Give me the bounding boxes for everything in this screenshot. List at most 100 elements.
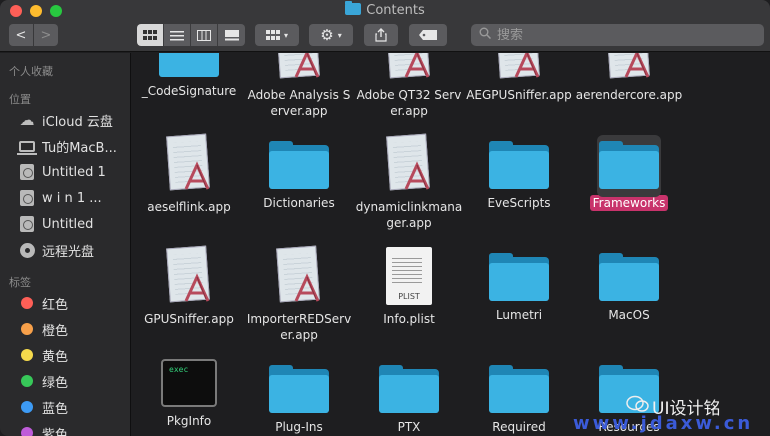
file-name-label: aeselflink.app xyxy=(147,200,231,214)
list-view-button[interactable] xyxy=(164,24,191,46)
chevron-left-icon: < xyxy=(15,27,27,43)
tag-dot-icon xyxy=(18,373,36,389)
favorites-header: 个人收藏 xyxy=(9,65,53,78)
chevron-right-icon: > xyxy=(40,27,52,43)
cd-icon xyxy=(18,242,36,258)
folder-item[interactable]: _CodeSignature xyxy=(134,53,244,99)
icon-view-button[interactable] xyxy=(137,24,164,46)
file-item[interactable]: GPUSniffer.app xyxy=(134,245,244,327)
sidebar-tag-orange[interactable]: 橙色 xyxy=(0,317,131,341)
icon-view-icon xyxy=(143,29,157,40)
chevron-down-icon: ▾ xyxy=(283,30,288,40)
gallery-view-button[interactable] xyxy=(218,24,245,46)
file-name-label: Adobe Analysis Server.app xyxy=(247,88,351,118)
disk-icon xyxy=(18,190,36,206)
file-name-label: ImporterREDServer.app xyxy=(246,312,352,342)
file-item[interactable]: AEGPUSniffer.app xyxy=(464,53,574,103)
file-item[interactable]: aerendercore.app xyxy=(574,53,684,103)
group-icon xyxy=(265,29,280,40)
tag-dot-icon xyxy=(18,321,36,337)
sidebar-item-remote-disc[interactable]: 远程光盘 xyxy=(0,238,131,262)
sidebar-item-label: 橙色 xyxy=(42,323,69,339)
terminal-exec-icon: exec xyxy=(161,359,217,407)
gallery-view-icon xyxy=(224,29,239,40)
sidebar-item-icloud[interactable]: ☁ iCloud 云盘 xyxy=(0,108,131,132)
search-input[interactable] xyxy=(497,27,737,43)
folder-item[interactable]: EveScripts xyxy=(464,141,574,211)
group-button[interactable]: ▾ xyxy=(255,24,299,46)
tag-dot-icon xyxy=(18,399,36,415)
sidebar: 个人收藏 位置 ☁ iCloud 云盘 Tu的MacB... Untitled … xyxy=(0,53,131,436)
folder-item[interactable]: Frameworks xyxy=(574,135,684,211)
file-grid: _CodeSignature Adobe Analysis Server.app A… xyxy=(132,53,770,436)
sidebar-item-label: 紫色 xyxy=(42,427,69,436)
file-name-label: GPUSniffer.app xyxy=(144,312,234,326)
back-button[interactable]: < xyxy=(9,24,33,46)
tags-header: 标签 xyxy=(9,276,31,289)
sidebar-item-macbook[interactable]: Tu的MacB... xyxy=(0,134,131,158)
file-item[interactable]: Adobe QT32 Server.app xyxy=(354,53,464,119)
sidebar-item-untitled-1[interactable]: Untitled 1 xyxy=(0,160,131,184)
plist-badge: PLIST xyxy=(398,292,420,301)
folder-item[interactable]: Dictionaries xyxy=(244,141,354,211)
folder-icon xyxy=(269,141,329,189)
action-button[interactable]: ⚙ ▾ xyxy=(309,24,353,46)
app-bundle-icon xyxy=(384,133,434,193)
app-bundle-icon xyxy=(274,245,324,305)
forward-button[interactable]: > xyxy=(34,24,58,46)
sidebar-tag-purple[interactable]: 紫色 xyxy=(0,421,131,436)
folder-item[interactable]: MacOS xyxy=(574,253,684,323)
title-bar: Contents < > ▾ ⚙ ▾ xyxy=(0,0,770,52)
list-view-icon xyxy=(170,30,184,40)
tag-button[interactable] xyxy=(409,24,447,46)
chevron-down-icon: ▾ xyxy=(337,30,342,40)
folder-icon xyxy=(269,365,329,413)
share-button[interactable] xyxy=(364,24,398,46)
file-name-label: Dictionaries xyxy=(263,196,335,210)
app-bundle-icon xyxy=(164,245,214,305)
file-item[interactable]: exec PkgInfo xyxy=(134,359,244,429)
file-item[interactable]: Adobe Analysis Server.app xyxy=(244,53,354,119)
file-item[interactable]: PLIST Info.plist xyxy=(354,247,464,327)
disk-icon xyxy=(18,216,36,232)
file-name-label: aerendercore.app xyxy=(575,88,683,102)
sidebar-tag-yellow[interactable]: 黄色 xyxy=(0,343,131,367)
file-name-label: dynamiclinkmanager.app xyxy=(355,200,463,230)
sidebar-item-label: 蓝色 xyxy=(42,401,69,417)
folder-icon xyxy=(489,365,549,413)
watermark-site: www.jdaxw.cn xyxy=(573,413,754,434)
file-name-label: Frameworks xyxy=(589,195,669,211)
file-name-label: Info.plist xyxy=(383,312,435,326)
sidebar-tag-blue[interactable]: 蓝色 xyxy=(0,395,131,419)
sidebar-item-label: iCloud 云盘 xyxy=(42,114,113,130)
sidebar-item-label: Tu的MacB... xyxy=(42,140,117,156)
watermark: UI设计铭 www.jdaxw.cn xyxy=(573,393,770,436)
finder-window: Contents < > ▾ ⚙ ▾ 搜索 个人收藏 位置 ☁ iCloud 云… xyxy=(0,0,770,436)
folder-item[interactable]: Plug-Ins xyxy=(244,365,354,435)
cloud-icon: ☁ xyxy=(19,111,35,129)
column-view-button[interactable] xyxy=(191,24,218,46)
locations-header: 位置 xyxy=(9,93,31,106)
file-name-label: Lumetri xyxy=(495,308,543,322)
sidebar-item-label: Untitled 1 xyxy=(42,164,106,180)
file-item[interactable]: aeselflink.app xyxy=(134,133,244,215)
sidebar-tag-red[interactable]: 红色 xyxy=(0,291,131,315)
sidebar-item-win[interactable]: w i n 1 ... xyxy=(0,186,131,210)
file-name-label: PTX xyxy=(397,420,421,434)
folder-item[interactable]: PTX xyxy=(354,365,464,435)
file-item[interactable]: dynamiclinkmanager.app xyxy=(354,133,464,231)
folder-icon xyxy=(489,253,549,301)
app-bundle-icon xyxy=(164,133,214,193)
folder-icon xyxy=(599,253,659,301)
sidebar-item-untitled[interactable]: Untitled xyxy=(0,212,131,236)
sidebar-tag-green[interactable]: 绿色 xyxy=(0,369,131,393)
window-title-text: Contents xyxy=(366,3,425,18)
file-name-label: MacOS xyxy=(608,308,650,322)
folder-icon xyxy=(599,141,659,189)
folder-item[interactable]: Lumetri xyxy=(464,253,574,323)
search-field[interactable] xyxy=(471,24,764,46)
file-item[interactable]: ImporterREDServer.app xyxy=(244,245,354,343)
app-bundle-icon xyxy=(384,53,434,81)
sidebar-item-label: 绿色 xyxy=(42,375,69,391)
folder-item[interactable]: Required xyxy=(464,365,574,435)
